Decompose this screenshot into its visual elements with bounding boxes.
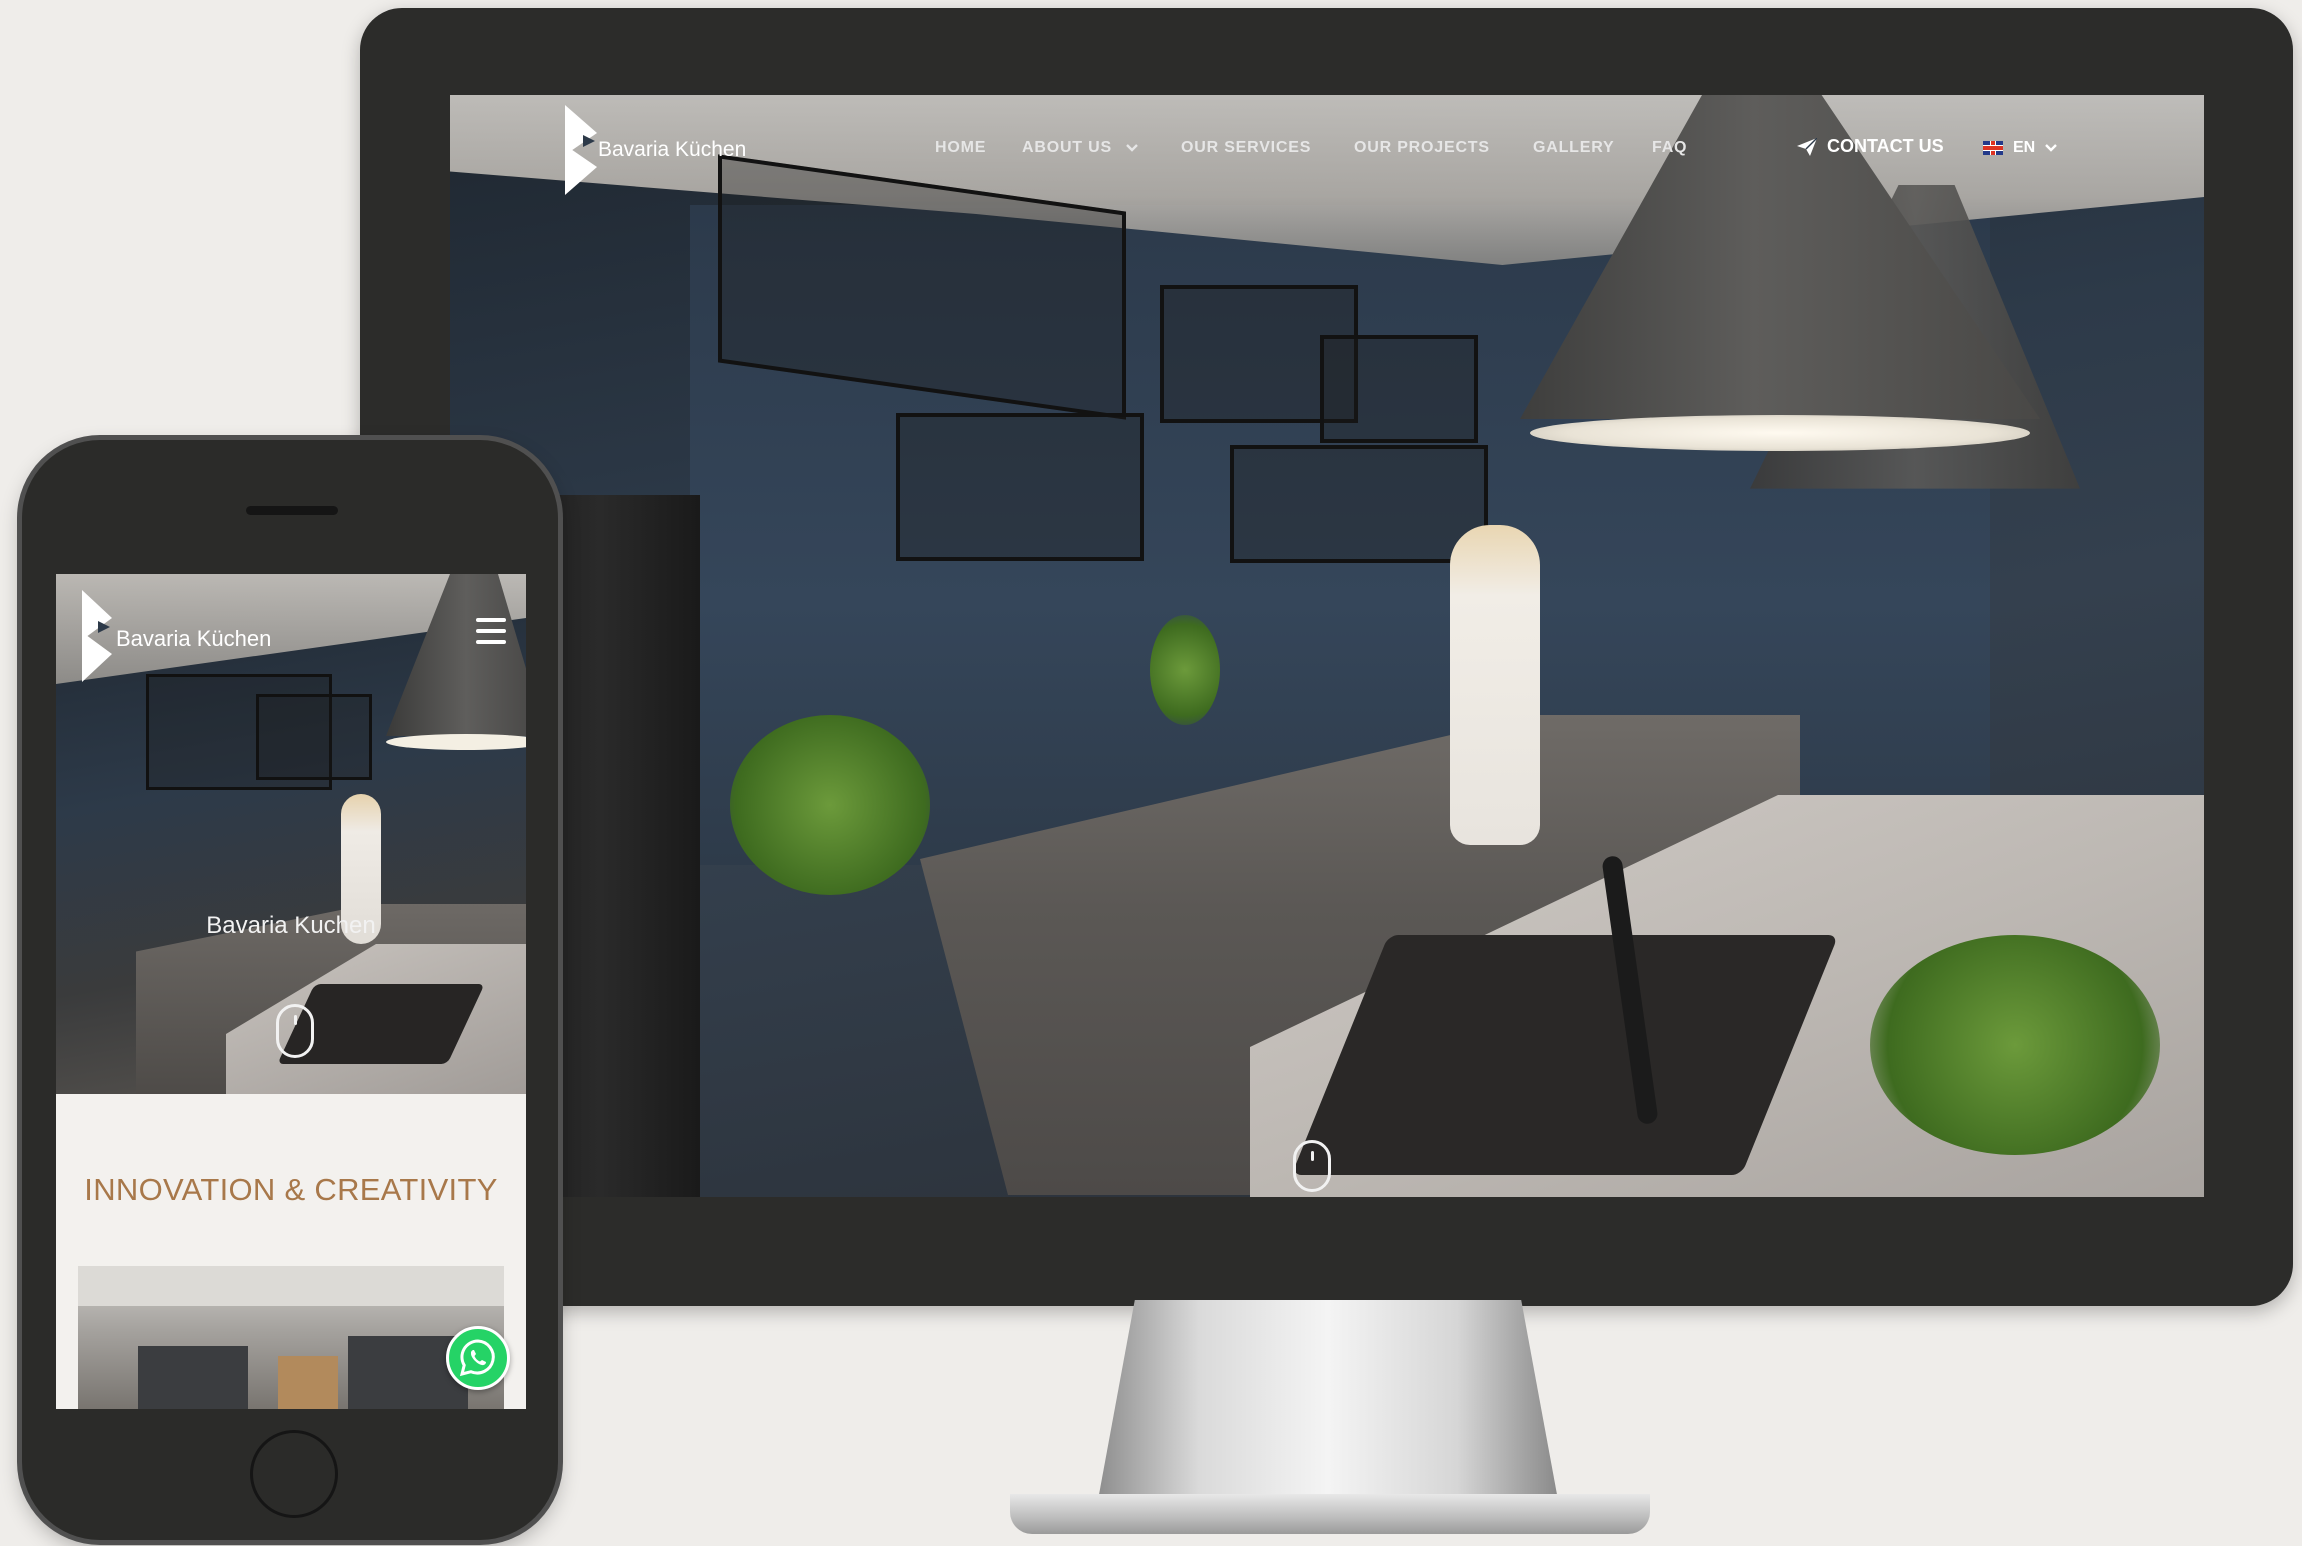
- language-selector[interactable]: EN: [1983, 139, 2058, 157]
- hero-plant: [1870, 935, 2160, 1155]
- paper-plane-icon: [1797, 137, 1817, 156]
- hero-person: [1450, 525, 1540, 845]
- language-label: EN: [2013, 139, 2036, 156]
- nav-home[interactable]: HOME: [935, 139, 986, 157]
- hero-lamp-light: [386, 734, 526, 750]
- contact-us-button[interactable]: CONTACT US: [1797, 136, 1944, 157]
- nav-about-us-label: ABOUT US: [1022, 139, 1112, 156]
- nav-gallery[interactable]: GALLERY: [1533, 139, 1614, 157]
- scroll-mouse-icon[interactable]: [1293, 1140, 1331, 1192]
- hero-shelf: [896, 413, 1144, 561]
- whatsapp-button[interactable]: [446, 1326, 510, 1390]
- gallery-cabinet: [138, 1346, 248, 1409]
- logo-mark-icon[interactable]: [82, 590, 116, 682]
- hamburger-menu-icon[interactable]: [476, 618, 506, 644]
- brand-logo-text[interactable]: Bavaria Küchen: [116, 626, 271, 652]
- scroll-mouse-icon[interactable]: [276, 1004, 314, 1058]
- chevron-down-icon: [2045, 144, 2058, 152]
- uk-flag-icon: [1983, 141, 2003, 155]
- mobile-hero-title: Bavaria Kuchen: [206, 912, 376, 939]
- mobile-hero: Bavaria Küchen Bavaria Kuchen: [56, 574, 526, 1094]
- hero-shelf: [1320, 335, 1478, 443]
- mobile-tagline: INNOVATION & CREATIVITY: [84, 1172, 498, 1207]
- gallery-ceiling: [78, 1266, 504, 1306]
- hero-plant: [1150, 615, 1220, 725]
- hero-lamp-light: [1530, 415, 2030, 451]
- gallery-cabinet: [278, 1356, 338, 1409]
- mobile-screen: Bavaria Küchen Bavaria Kuchen INNOVATION…: [56, 574, 526, 1409]
- nav-our-services[interactable]: OUR SERVICES: [1181, 139, 1311, 157]
- nav-faq[interactable]: FAQ: [1652, 139, 1687, 157]
- hero-plant: [730, 715, 930, 895]
- hero-shelf: [1230, 445, 1488, 563]
- nav-about-us[interactable]: ABOUT US: [1022, 139, 1138, 157]
- chevron-down-icon: [1126, 144, 1138, 152]
- nav-our-projects[interactable]: OUR PROJECTS: [1354, 139, 1490, 157]
- phone-speaker: [246, 506, 338, 515]
- desktop-hero-screen: [450, 95, 2204, 1197]
- brand-logo-text[interactable]: Bavaria Küchen: [598, 138, 746, 162]
- monitor-stand-base: [1010, 1494, 1650, 1534]
- hero-shelf: [256, 694, 372, 780]
- phone-home-button: [250, 1430, 338, 1518]
- mobile-project-image: [78, 1266, 504, 1409]
- contact-us-label: CONTACT US: [1827, 136, 1944, 156]
- monitor-stand: [1098, 1300, 1558, 1500]
- whatsapp-icon: [459, 1339, 495, 1377]
- logo-mark-icon[interactable]: [565, 105, 601, 195]
